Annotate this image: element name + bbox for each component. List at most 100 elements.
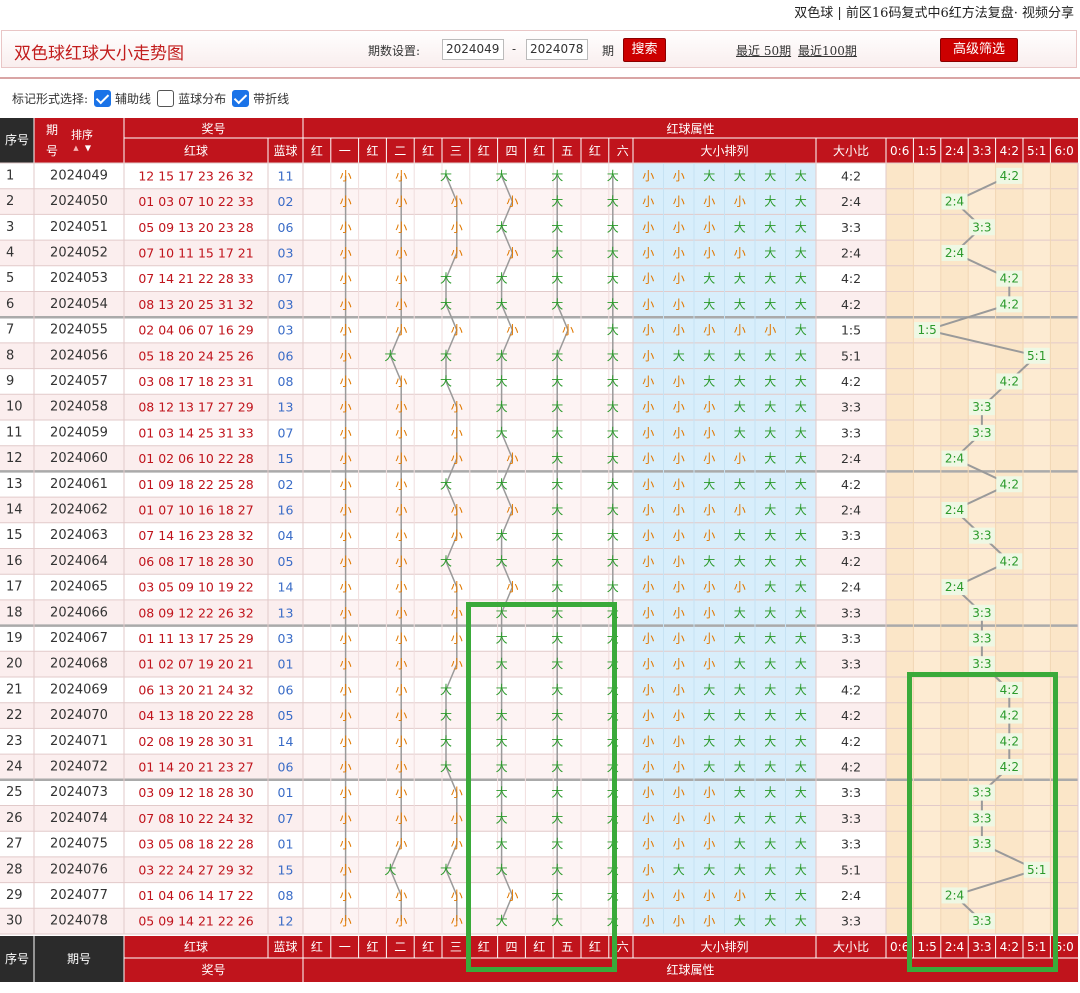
size-arrange-cell: 小	[642, 760, 654, 774]
small-mark: 小	[451, 323, 463, 337]
big-mark: 大	[607, 452, 619, 466]
small-mark: 小	[340, 349, 352, 363]
row-ratio: 4:2	[841, 734, 861, 749]
big-mark: 大	[551, 426, 563, 440]
size-arrange-cell: 小	[673, 683, 685, 697]
size-arrange-cell: 大	[795, 709, 807, 723]
position-header: 六	[617, 144, 629, 158]
issue-header-bottom: 号	[46, 144, 58, 158]
size-arrange-cell: 小	[673, 580, 685, 594]
row-issue: 2024058	[50, 400, 108, 415]
size-arrange-cell: 小	[703, 888, 715, 902]
small-mark: 小	[395, 734, 407, 748]
size-arrange-cell: 小	[642, 297, 654, 311]
small-mark: 小	[451, 452, 463, 466]
small-mark: 小	[340, 374, 352, 388]
small-mark: 小	[395, 452, 407, 466]
small-mark: 小	[451, 657, 463, 671]
size-arrange-cell: 大	[703, 374, 715, 388]
row-seq: 19	[6, 631, 23, 646]
small-mark: 小	[395, 837, 407, 851]
row-red-balls: 12 15 17 23 26 32	[138, 168, 253, 183]
size-arrange-cell: 大	[734, 683, 746, 697]
size-arrange-cell: 大	[795, 169, 807, 183]
row-issue: 2024051	[50, 220, 108, 235]
small-mark: 小	[340, 272, 352, 286]
size-arrange-cell: 小	[703, 631, 715, 645]
size-arrange-cell: 大	[795, 580, 807, 594]
size-arrange-cell: 大	[734, 734, 746, 748]
row-red-balls: 03 08 17 18 23 31	[138, 374, 253, 389]
size-arrange-cell: 大	[795, 452, 807, 466]
size-arrange-cell: 大	[734, 606, 746, 620]
small-mark: 小	[395, 606, 407, 620]
ratio-mark: 3:3	[972, 426, 991, 440]
sort-label: 排序	[71, 128, 93, 142]
ratio-mark: 5:1	[1027, 349, 1046, 363]
row-blue-ball: 01	[278, 837, 294, 852]
size-arrange-cell: 大	[764, 272, 776, 286]
size-arrange-cell: 小	[703, 452, 715, 466]
row-blue-ball: 04	[278, 528, 294, 543]
row-ratio: 2:4	[841, 502, 861, 517]
size-arrange-cell: 大	[734, 349, 746, 363]
row-blue-ball: 14	[278, 580, 294, 595]
small-mark: 小	[395, 400, 407, 414]
ratio-mark: 1:5	[917, 323, 936, 337]
size-arrange-cell: 大	[734, 220, 746, 234]
big-mark: 大	[551, 503, 563, 517]
small-mark: 小	[395, 503, 407, 517]
big-mark: 大	[496, 220, 508, 234]
attr-header: 红球属性	[666, 121, 714, 136]
row-blue-ball: 06	[278, 220, 294, 235]
big-mark: 大	[496, 374, 508, 388]
size-arrange-cell: 大	[764, 503, 776, 517]
position-header: 红	[422, 143, 434, 158]
small-mark: 小	[340, 503, 352, 517]
size-arrange-cell: 大	[764, 195, 776, 209]
size-arrange-cell: 小	[734, 503, 746, 517]
big-mark: 大	[440, 760, 452, 774]
row-seq: 3	[6, 220, 14, 235]
big-mark: 大	[551, 452, 563, 466]
size-arrange-cell: 小	[642, 580, 654, 594]
size-arrange-cell: 大	[795, 734, 807, 748]
size-arrange-cell: 小	[703, 580, 715, 594]
position-header: 红	[478, 143, 490, 158]
size-arrange-cell: 大	[795, 246, 807, 260]
small-mark: 小	[395, 195, 407, 209]
size-arrange-cell: 大	[703, 554, 715, 568]
row-ratio: 4:2	[841, 682, 861, 697]
row-blue-ball: 05	[278, 708, 294, 723]
size-arrange-cell: 小	[642, 400, 654, 414]
row-seq: 9	[6, 374, 14, 389]
big-mark: 大	[551, 246, 563, 260]
small-mark: 小	[395, 246, 407, 260]
row-red-balls: 05 18 20 24 25 26	[138, 348, 253, 363]
small-mark: 小	[451, 811, 463, 825]
size-arrange-cell: 小	[673, 914, 685, 928]
size-arrange-cell: 小	[703, 529, 715, 543]
row-blue-ball: 12	[278, 914, 294, 929]
ratio-col-header: 5:1	[1027, 144, 1046, 158]
ratio-mark: 3:3	[972, 631, 991, 645]
size-arrange-cell: 大	[795, 426, 807, 440]
row-red-balls: 06 08 17 18 28 30	[138, 554, 253, 569]
big-mark: 大	[384, 349, 396, 363]
size-arrange-cell: 小	[703, 657, 715, 671]
row-ratio: 3:3	[841, 914, 861, 929]
row-blue-ball: 08	[278, 888, 294, 903]
size-arrange-cell: 小	[673, 503, 685, 517]
row-red-balls: 05 09 14 21 22 26	[138, 914, 253, 929]
size-arrange-cell: 大	[795, 195, 807, 209]
row-seq: 13	[6, 477, 23, 492]
small-mark: 小	[506, 452, 518, 466]
row-seq: 26	[6, 811, 23, 826]
size-arrange-cell: 大	[764, 374, 776, 388]
row-blue-ball: 06	[278, 682, 294, 697]
size-arrange-cell: 大	[734, 709, 746, 723]
size-arrange-cell: 小	[703, 914, 715, 928]
size-arrange-cell: 小	[673, 786, 685, 800]
row-issue: 2024059	[50, 425, 108, 440]
big-mark: 大	[384, 863, 396, 877]
